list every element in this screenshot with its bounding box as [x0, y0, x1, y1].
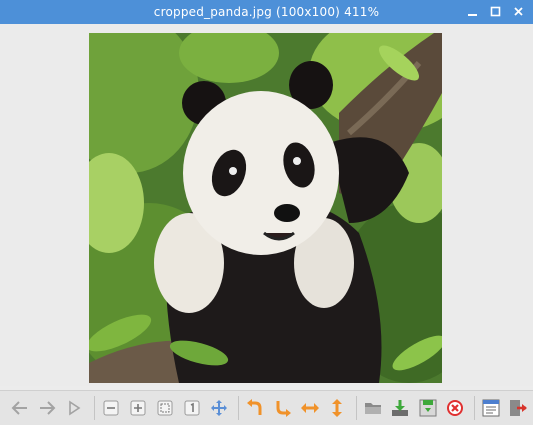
next-icon [40, 401, 56, 415]
title-bar: cropped_panda.jpg (100x100) 411% [0, 0, 533, 24]
zoom-out-icon [103, 400, 119, 416]
minimize-icon [468, 14, 477, 16]
rotate-left-icon [247, 399, 262, 415]
toolbar-separator [356, 396, 358, 420]
quit-icon [510, 400, 528, 416]
next-button[interactable] [35, 395, 59, 421]
zoom-in-icon [130, 400, 146, 416]
window-title: cropped_panda.jpg (100x100) 411% [153, 5, 380, 19]
toolbar-separator [238, 396, 240, 420]
rotate-right-icon [276, 401, 291, 417]
save-button[interactable] [388, 395, 412, 421]
close-button[interactable] [510, 3, 527, 20]
panda-image[interactable] [89, 33, 442, 383]
zoom-in-button[interactable] [126, 395, 150, 421]
fullscreen-button[interactable] [207, 395, 231, 421]
previous-button[interactable] [8, 395, 32, 421]
maximize-icon [490, 6, 501, 17]
previous-icon [11, 401, 28, 415]
open-file-button[interactable] [361, 395, 385, 421]
open-file-icon [365, 403, 382, 414]
original-size-icon [184, 400, 200, 416]
preferences-button[interactable] [479, 395, 503, 421]
save-as-button[interactable] [415, 395, 439, 421]
toolbar-separator [473, 396, 475, 420]
delete-button[interactable] [443, 395, 467, 421]
flip-vertical-button[interactable] [325, 395, 349, 421]
flip-horizontal-icon [300, 403, 319, 413]
toolbar-separator [93, 396, 95, 420]
fit-icon [157, 400, 173, 416]
preferences-icon [482, 399, 500, 417]
save-icon [392, 400, 409, 416]
close-icon [514, 7, 523, 16]
minimize-button[interactable] [464, 3, 481, 20]
image-viewport[interactable] [0, 24, 533, 386]
window-controls [464, 3, 527, 20]
maximize-button[interactable] [487, 3, 504, 20]
bottom-toolbar [0, 390, 533, 425]
zoom-out-button[interactable] [99, 395, 123, 421]
fit-button[interactable] [153, 395, 177, 421]
delete-icon [446, 400, 463, 416]
slideshow-icon [69, 400, 81, 416]
rotate-left-button[interactable] [243, 395, 267, 421]
rotate-right-button[interactable] [271, 395, 295, 421]
slideshow-button[interactable] [62, 395, 86, 421]
fullscreen-icon [211, 400, 228, 416]
save-as-icon [419, 399, 437, 417]
quit-button[interactable] [506, 395, 530, 421]
panda-photo [89, 33, 442, 383]
original-size-button[interactable] [180, 395, 204, 421]
flip-horizontal-button[interactable] [298, 395, 322, 421]
flip-vertical-icon [332, 399, 343, 417]
